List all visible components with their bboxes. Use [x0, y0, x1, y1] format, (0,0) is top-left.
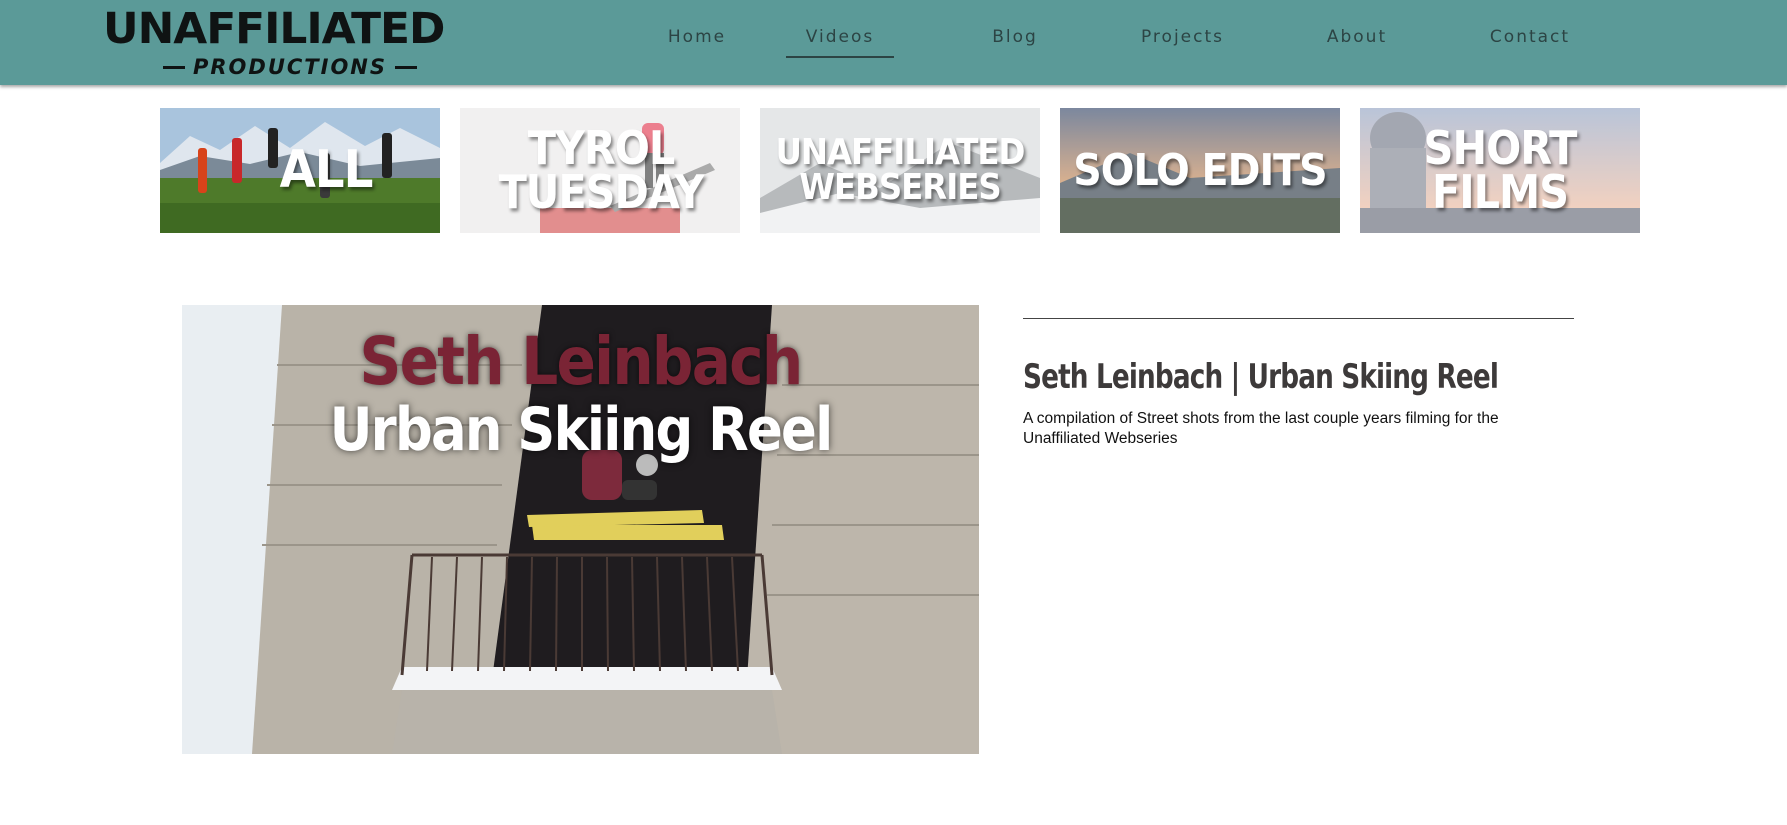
site-logo[interactable]: UNAFFILIATED PRODUCTIONS — [103, 6, 475, 82]
site-header: UNAFFILIATED PRODUCTIONS Home Videos Blo… — [0, 0, 1787, 85]
category-label: SOLO EDITS — [1073, 144, 1327, 196]
category-label: SHORT FILMS — [1423, 120, 1578, 219]
nav-blog[interactable]: Blog — [975, 22, 1055, 52]
nav-videos[interactable]: Videos — [786, 22, 894, 58]
logo-dash-left — [163, 65, 185, 69]
logo-dash-right — [395, 65, 417, 69]
divider — [1023, 318, 1574, 319]
logo-wordmark: UNAFFILIATED — [103, 4, 445, 54]
video-title[interactable]: Seth Leinbach | Urban Skiing Reel — [1023, 357, 1499, 397]
nav-contact[interactable]: Contact — [1475, 22, 1585, 52]
nav-home[interactable]: Home — [652, 22, 742, 52]
logo-subtitle: PRODUCTIONS — [163, 54, 417, 80]
category-tile-all[interactable]: ALL — [160, 108, 440, 233]
video-description: A compilation of Street shots from the l… — [1023, 410, 1499, 447]
featured-video-thumbnail[interactable]: Seth Leinbach Urban Skiing Reel — [182, 305, 979, 754]
category-tile-webseries[interactable]: UNAFFILIATED WEBSERIES — [760, 108, 1040, 233]
category-label: TYROL TUESDAY — [498, 120, 705, 219]
nav-about[interactable]: About — [1312, 22, 1402, 52]
thumbnail-subtitle: Urban Skiing Reel — [329, 395, 834, 465]
thumbnail-title: Seth Leinbach — [359, 323, 804, 400]
logo-subtitle-text: PRODUCTIONS — [193, 55, 387, 79]
category-tile-solo-edits[interactable]: SOLO EDITS — [1060, 108, 1340, 233]
category-label: UNAFFILIATED WEBSERIES — [775, 132, 1026, 208]
video-info: Seth Leinbach | Urban Skiing Reel A comp… — [1023, 318, 1575, 449]
category-tile-short-films[interactable]: SHORT FILMS — [1360, 108, 1640, 233]
nav-projects[interactable]: Projects — [1120, 22, 1245, 52]
main-nav: Home Videos Blog Projects About Contact — [620, 0, 1570, 85]
category-tile-tyrol-tuesday[interactable]: TYROL TUESDAY — [460, 108, 740, 233]
category-label: ALL — [279, 139, 374, 200]
